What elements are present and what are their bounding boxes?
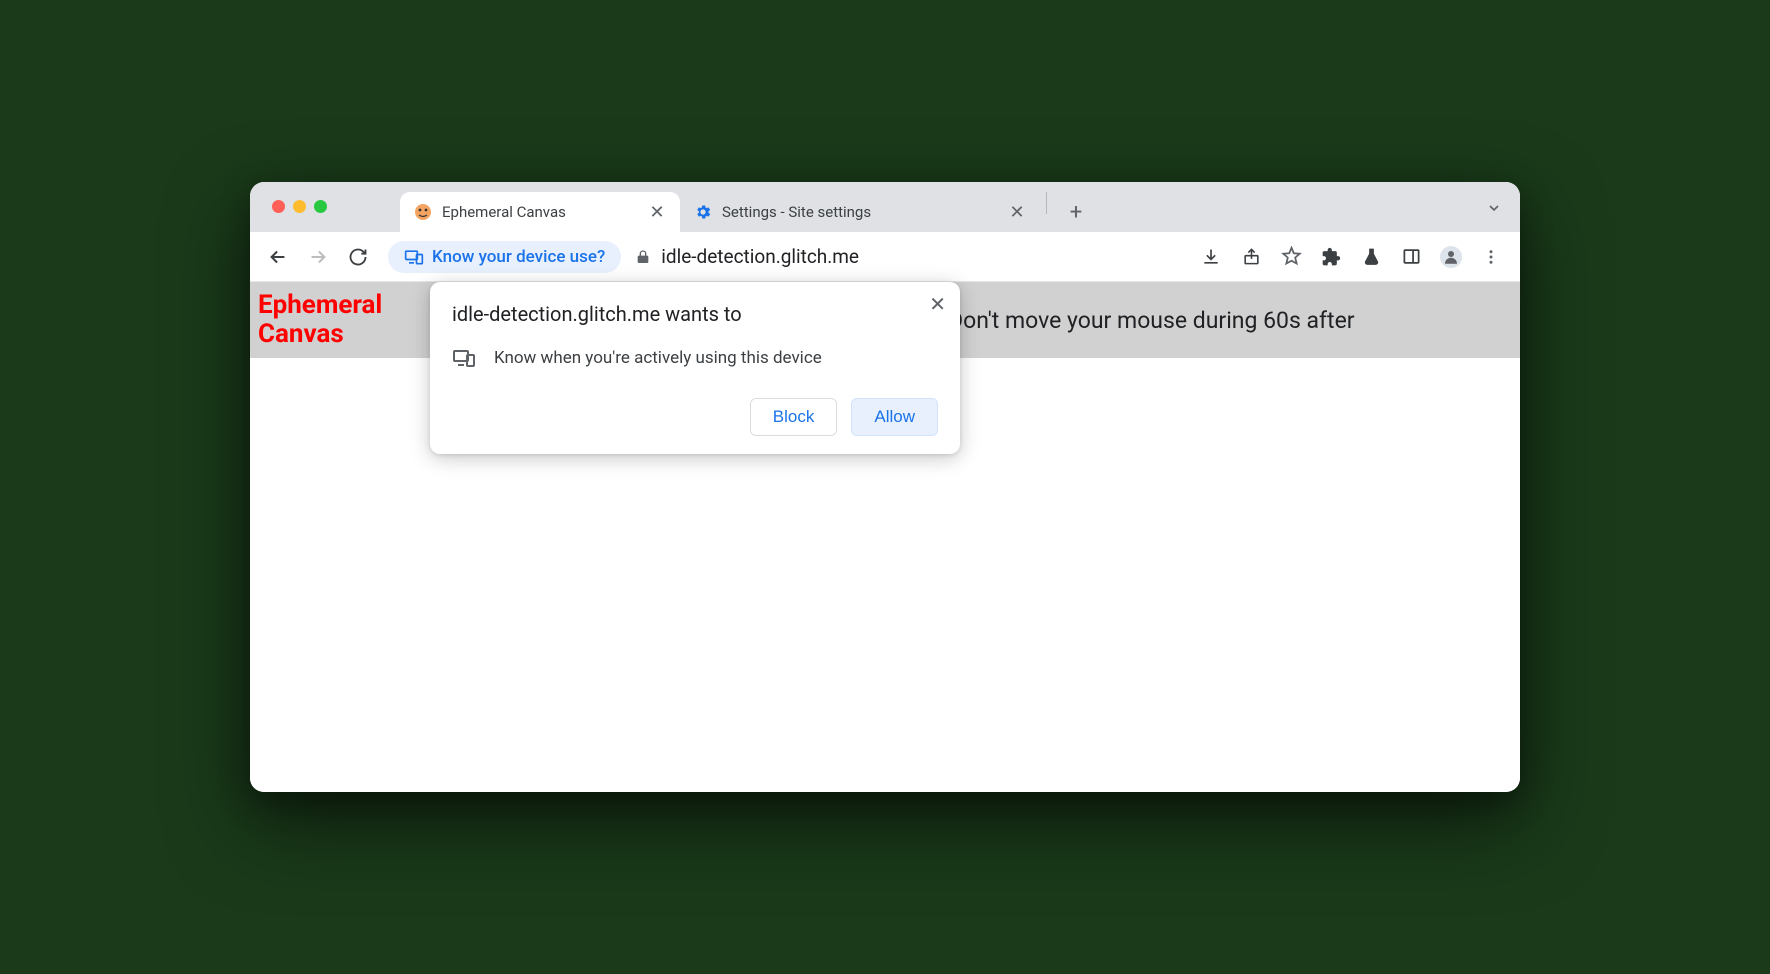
close-tab-icon[interactable]: ✕	[1008, 202, 1026, 223]
browser-window: Ephemeral Canvas ✕ Settings - Site setti…	[250, 182, 1520, 792]
permission-chip-label: Know your device use?	[432, 247, 605, 267]
toolbar-actions	[1200, 246, 1510, 268]
toolbar: Know your device use? idle-detection.gli…	[250, 232, 1520, 282]
page-banner-text: Don't move your mouse during 60s after	[948, 307, 1512, 334]
tab-settings[interactable]: Settings - Site settings ✕	[680, 192, 1040, 232]
share-icon[interactable]	[1240, 246, 1262, 268]
permission-prompt-title: idle-detection.glitch.me wants to	[452, 302, 938, 326]
labs-icon[interactable]	[1360, 246, 1382, 268]
permission-chip[interactable]: Know your device use?	[388, 241, 621, 273]
tab-title: Settings - Site settings	[722, 203, 998, 221]
reload-button[interactable]	[340, 239, 376, 275]
tab-strip: Ephemeral Canvas ✕ Settings - Site setti…	[250, 182, 1520, 232]
close-tab-icon[interactable]: ✕	[648, 202, 666, 223]
tab-divider	[1046, 192, 1047, 214]
gear-icon	[694, 203, 712, 221]
block-button[interactable]: Block	[750, 398, 838, 436]
allow-button[interactable]: Allow	[851, 398, 938, 436]
close-icon[interactable]: ✕	[929, 292, 946, 316]
minimize-window-button[interactable]	[293, 200, 306, 213]
permission-request-text: Know when you're actively using this dev…	[494, 348, 822, 368]
page-title: Ephemeral Canvas	[258, 291, 408, 348]
maximize-window-button[interactable]	[314, 200, 327, 213]
tab-ephemeral-canvas[interactable]: Ephemeral Canvas ✕	[400, 192, 680, 232]
menu-icon[interactable]	[1480, 246, 1502, 268]
download-icon[interactable]	[1200, 246, 1222, 268]
window-controls	[272, 200, 327, 213]
tab-title: Ephemeral Canvas	[442, 203, 638, 221]
forward-button[interactable]	[300, 239, 336, 275]
url-text: idle-detection.glitch.me	[661, 245, 859, 268]
close-window-button[interactable]	[272, 200, 285, 213]
devices-icon	[404, 247, 424, 267]
favicon-icon	[414, 203, 432, 221]
extensions-icon[interactable]	[1320, 246, 1342, 268]
lock-icon[interactable]	[635, 249, 651, 265]
page-content: Ephemeral Canvas Don't move your mouse d…	[250, 282, 1520, 792]
devices-icon	[452, 346, 476, 370]
permission-actions: Block Allow	[452, 398, 938, 436]
side-panel-icon[interactable]	[1400, 246, 1422, 268]
profile-avatar-icon[interactable]	[1440, 246, 1462, 268]
new-tab-button[interactable]: +	[1061, 197, 1091, 227]
url-display: idle-detection.glitch.me	[635, 245, 1188, 268]
back-button[interactable]	[260, 239, 296, 275]
permission-prompt: ✕ idle-detection.glitch.me wants to Know…	[430, 282, 960, 454]
tabs-container: Ephemeral Canvas ✕ Settings - Site setti…	[400, 182, 1091, 232]
tabs-dropdown-icon[interactable]	[1486, 200, 1502, 216]
permission-request-row: Know when you're actively using this dev…	[452, 346, 938, 370]
bookmark-star-icon[interactable]	[1280, 246, 1302, 268]
address-bar[interactable]: Know your device use? idle-detection.gli…	[388, 241, 1188, 273]
